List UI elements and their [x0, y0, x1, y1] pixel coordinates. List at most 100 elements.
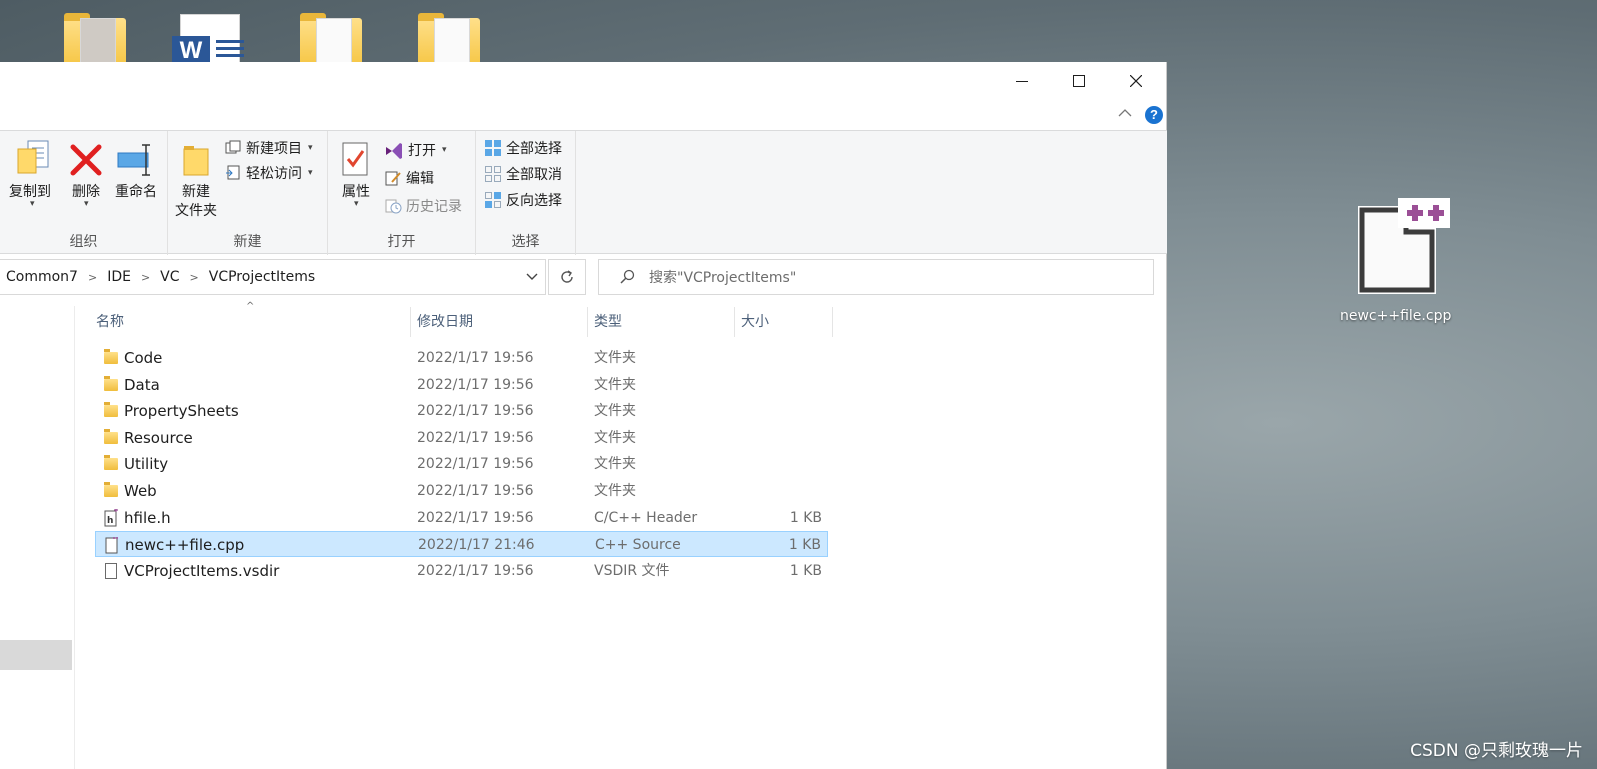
- search-box[interactable]: 搜索"VCProjectItems": [598, 259, 1154, 295]
- folder-icon: [103, 349, 119, 367]
- group-label-new: 新建: [233, 234, 262, 250]
- nav-selected-item[interactable]: [0, 640, 72, 670]
- file-name: Web: [124, 482, 157, 500]
- ribbon-controls: ?: [1106, 104, 1166, 128]
- invert-selection-button[interactable]: 反向选择: [484, 189, 562, 211]
- chevron-right-icon[interactable]: >: [190, 271, 199, 284]
- file-type: C++ Source: [595, 537, 681, 553]
- file-modified-date: 2022/1/17 19:56: [417, 563, 534, 579]
- folder-icon: [103, 402, 119, 420]
- file-name: VCProjectItems.vsdir: [124, 562, 280, 580]
- file-name: Resource: [124, 429, 193, 447]
- file-modified-date: 2022/1/17 19:56: [417, 403, 534, 419]
- rename-icon: [117, 144, 150, 176]
- desktop-folder-icon[interactable]: [300, 13, 370, 68]
- easy-access-button[interactable]: 轻松访问 ▾: [224, 162, 313, 184]
- select-none-icon: [485, 166, 501, 182]
- desktop-word-document[interactable]: W: [172, 14, 244, 66]
- search-input[interactable]: 搜索"VCProjectItems": [649, 267, 796, 287]
- maximize-button[interactable]: [1051, 62, 1107, 100]
- file-row[interactable]: Utility 2022/1/17 19:56 文件夹: [95, 451, 828, 477]
- file-name: Code: [124, 349, 163, 367]
- desktop-cpp-file[interactable]: newc++file.cpp: [1340, 198, 1452, 338]
- desktop-folder-icon[interactable]: [418, 13, 488, 68]
- chevron-right-icon[interactable]: >: [88, 271, 97, 284]
- close-button[interactable]: [1108, 62, 1164, 100]
- new-folder-button[interactable]: 新建 文件夹: [172, 139, 220, 219]
- file-modified-date: 2022/1/17 19:56: [417, 510, 534, 526]
- group-open: 属性 ▾ 打开 ▾ 编辑 历史记录 打开: [328, 131, 476, 255]
- title-bar: [0, 62, 1166, 102]
- file-name: Utility: [124, 455, 169, 473]
- refresh-button[interactable]: [548, 259, 586, 295]
- rename-button[interactable]: 重命名: [110, 139, 162, 209]
- file-row[interactable]: Code 2022/1/17 19:56 文件夹: [95, 345, 828, 371]
- refresh-icon: [561, 270, 573, 283]
- select-all-button[interactable]: 全部选择: [484, 137, 562, 159]
- desktop-folder-icon[interactable]: [64, 13, 134, 68]
- file-row[interactable]: PropertySheets 2022/1/17 19:56 文件夹: [95, 398, 828, 424]
- file-row[interactable]: Resource 2022/1/17 19:56 文件夹: [95, 425, 828, 451]
- file-row[interactable]: Web 2022/1/17 19:56 文件夹: [95, 478, 828, 504]
- chevron-right-icon[interactable]: >: [141, 271, 150, 284]
- file-row[interactable]: newc++file.cpp 2022/1/17 21:46 C++ Source 1…: [95, 531, 828, 557]
- breadcrumb-vcprojectitems[interactable]: VCProjectItems: [209, 269, 315, 285]
- history-button[interactable]: 历史记录: [384, 195, 462, 217]
- open-button[interactable]: 打开 ▾: [384, 139, 447, 161]
- easy-access-icon: [226, 165, 240, 180]
- chevron-down-icon[interactable]: [525, 269, 539, 283]
- breadcrumb-vc[interactable]: VC: [160, 269, 179, 285]
- file-row[interactable]: Data 2022/1/17 19:56 文件夹: [95, 372, 828, 398]
- edit-button[interactable]: 编辑: [384, 167, 434, 189]
- history-icon: [385, 199, 402, 214]
- address-bar[interactable]: Common7 > IDE > VC > VCProjectItems: [0, 259, 546, 295]
- breadcrumb-common7[interactable]: Common7: [6, 269, 78, 285]
- folder-icon: [103, 429, 119, 447]
- folder-icon: [103, 455, 119, 473]
- folder-icon: [103, 376, 119, 394]
- ribbon: 复制到 ▾ 删除 ▾ 重命名 组织 新建 文件夹 新建项目 ▾ 轻松访问 ▾ 新…: [0, 130, 1167, 255]
- file-explorer-window: ? 复制到 ▾ 删除 ▾ 重命名 组织 新建 文件夹 新建项目 ▾ 轻松访问 ▾…: [0, 62, 1167, 769]
- column-header-name[interactable]: 名称: [90, 307, 411, 337]
- select-none-button[interactable]: 全部取消: [484, 163, 562, 185]
- file-name: hfile.h: [124, 509, 171, 527]
- file-modified-date: 2022/1/17 19:56: [417, 483, 534, 499]
- file-type: C/C++ Header: [594, 510, 698, 526]
- close-icon: [1130, 75, 1142, 87]
- file-modified-date: 2022/1/17 19:56: [417, 456, 534, 472]
- copy-to-button[interactable]: 复制到 ▾: [4, 139, 54, 209]
- file-modified-date: 2022/1/17 19:56: [417, 377, 534, 393]
- desktop-cpp-file-label: newc++file.cpp: [1340, 308, 1452, 324]
- cpp-file-icon: [1358, 198, 1450, 294]
- breadcrumb-ide[interactable]: IDE: [107, 269, 131, 285]
- edit-icon: [385, 171, 401, 186]
- copy-to-icon: [17, 140, 49, 174]
- folder-icon: [103, 482, 119, 500]
- file-row[interactable]: VCProjectItems.vsdir 2022/1/17 19:56 VSDIR…: [95, 558, 828, 584]
- file-icon: [103, 562, 119, 580]
- new-item-icon: [225, 140, 241, 154]
- navigation-pane[interactable]: [0, 306, 75, 769]
- collapse-ribbon-icon[interactable]: [1118, 108, 1132, 118]
- minimize-icon: [1016, 81, 1028, 82]
- group-new: 新建 文件夹 新建项目 ▾ 轻松访问 ▾ 新建: [168, 131, 328, 255]
- delete-button[interactable]: 删除 ▾: [66, 139, 106, 209]
- desktop-file-icon-partial[interactable]: [0, 14, 50, 64]
- minimize-button[interactable]: [994, 62, 1050, 100]
- column-header-type[interactable]: 类型: [588, 307, 735, 337]
- h-file-icon: h: [103, 509, 119, 527]
- select-all-icon: [485, 140, 501, 156]
- column-header-size[interactable]: 大小: [735, 307, 833, 337]
- new-item-button[interactable]: 新建项目 ▾: [224, 137, 313, 159]
- help-icon[interactable]: ?: [1145, 106, 1163, 124]
- watermark: CSDN @只剩玫瑰一片: [1410, 741, 1583, 761]
- group-organize: 复制到 ▾ 删除 ▾ 重命名 组织: [0, 131, 168, 255]
- column-header-date[interactable]: 修改日期: [411, 307, 588, 337]
- file-size: 1 KB: [789, 563, 822, 579]
- svg-text:h: h: [107, 516, 113, 526]
- file-row[interactable]: h hfile.h 2022/1/17 19:56 C/C++ Header 1 KB: [95, 505, 828, 531]
- properties-button[interactable]: 属性 ▾: [336, 139, 376, 219]
- delete-icon: [70, 144, 102, 176]
- file-modified-date: 2022/1/17 19:56: [417, 430, 534, 446]
- cpp-file-icon: [104, 536, 120, 554]
